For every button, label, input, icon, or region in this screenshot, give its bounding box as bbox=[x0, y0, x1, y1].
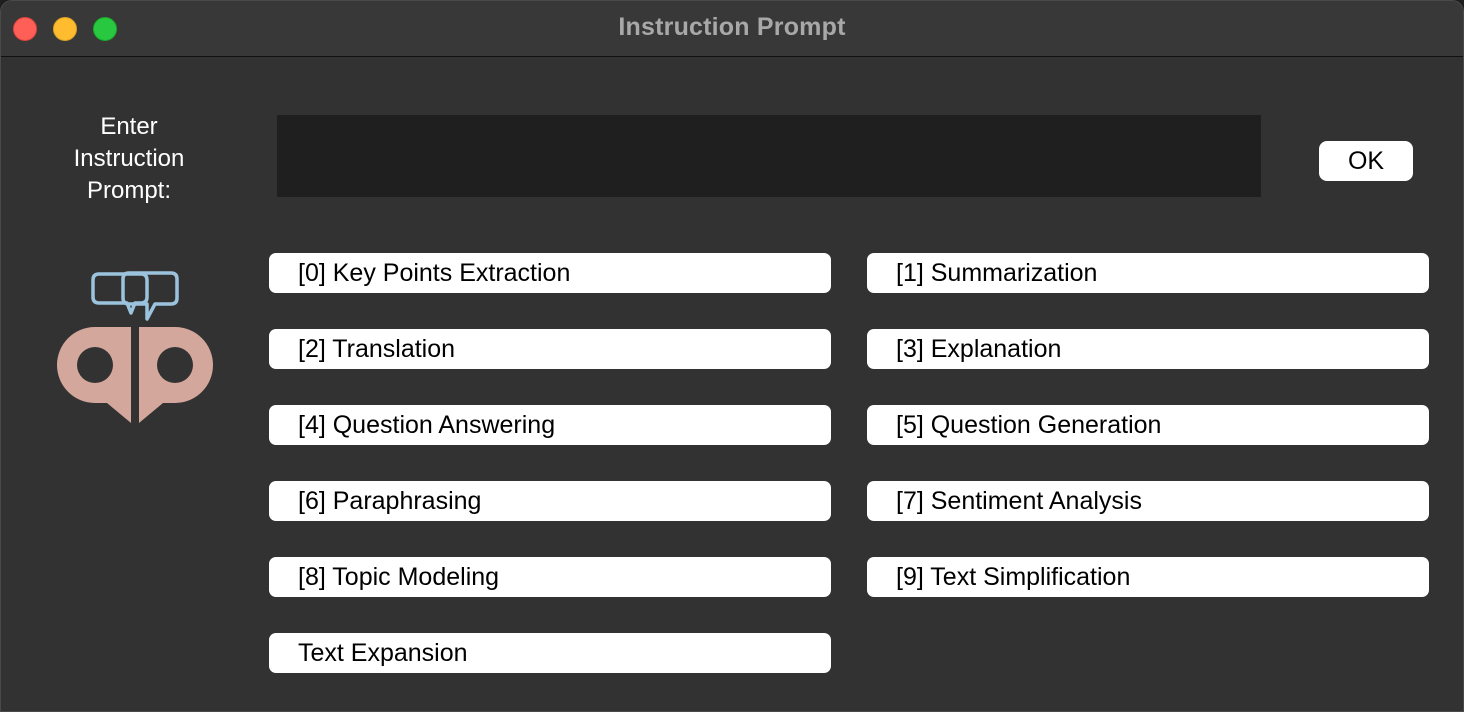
instruction-prompt-input[interactable] bbox=[277, 115, 1261, 197]
option-paraphrasing[interactable]: [6] Paraphrasing bbox=[269, 481, 831, 521]
title-bar: Instruction Prompt bbox=[1, 1, 1463, 57]
option-summarization[interactable]: [1] Summarization bbox=[867, 253, 1429, 293]
option-translation[interactable]: [2] Translation bbox=[269, 329, 831, 369]
option-text-simplification[interactable]: [9] Text Simplification bbox=[867, 557, 1429, 597]
app-logo-icon bbox=[56, 271, 214, 423]
window-title: Instruction Prompt bbox=[618, 13, 846, 41]
ok-button[interactable]: OK bbox=[1319, 141, 1413, 181]
option-explanation[interactable]: [3] Explanation bbox=[867, 329, 1429, 369]
option-text-expansion[interactable]: Text Expansion bbox=[269, 633, 831, 673]
prompt-label: Enter Instruction Prompt: bbox=[73, 113, 185, 204]
option-sentiment-analysis[interactable]: [7] Sentiment Analysis bbox=[867, 481, 1429, 521]
instruction-prompt-window: Instruction Prompt Enter Instruction Pro… bbox=[0, 0, 1464, 712]
option-question-generation[interactable]: [5] Question Generation bbox=[867, 405, 1429, 445]
option-question-answering[interactable]: [4] Question Answering bbox=[269, 405, 831, 445]
option-key-points-extraction[interactable]: [0] Key Points Extraction bbox=[269, 253, 831, 293]
option-topic-modeling[interactable]: [8] Topic Modeling bbox=[269, 557, 831, 597]
